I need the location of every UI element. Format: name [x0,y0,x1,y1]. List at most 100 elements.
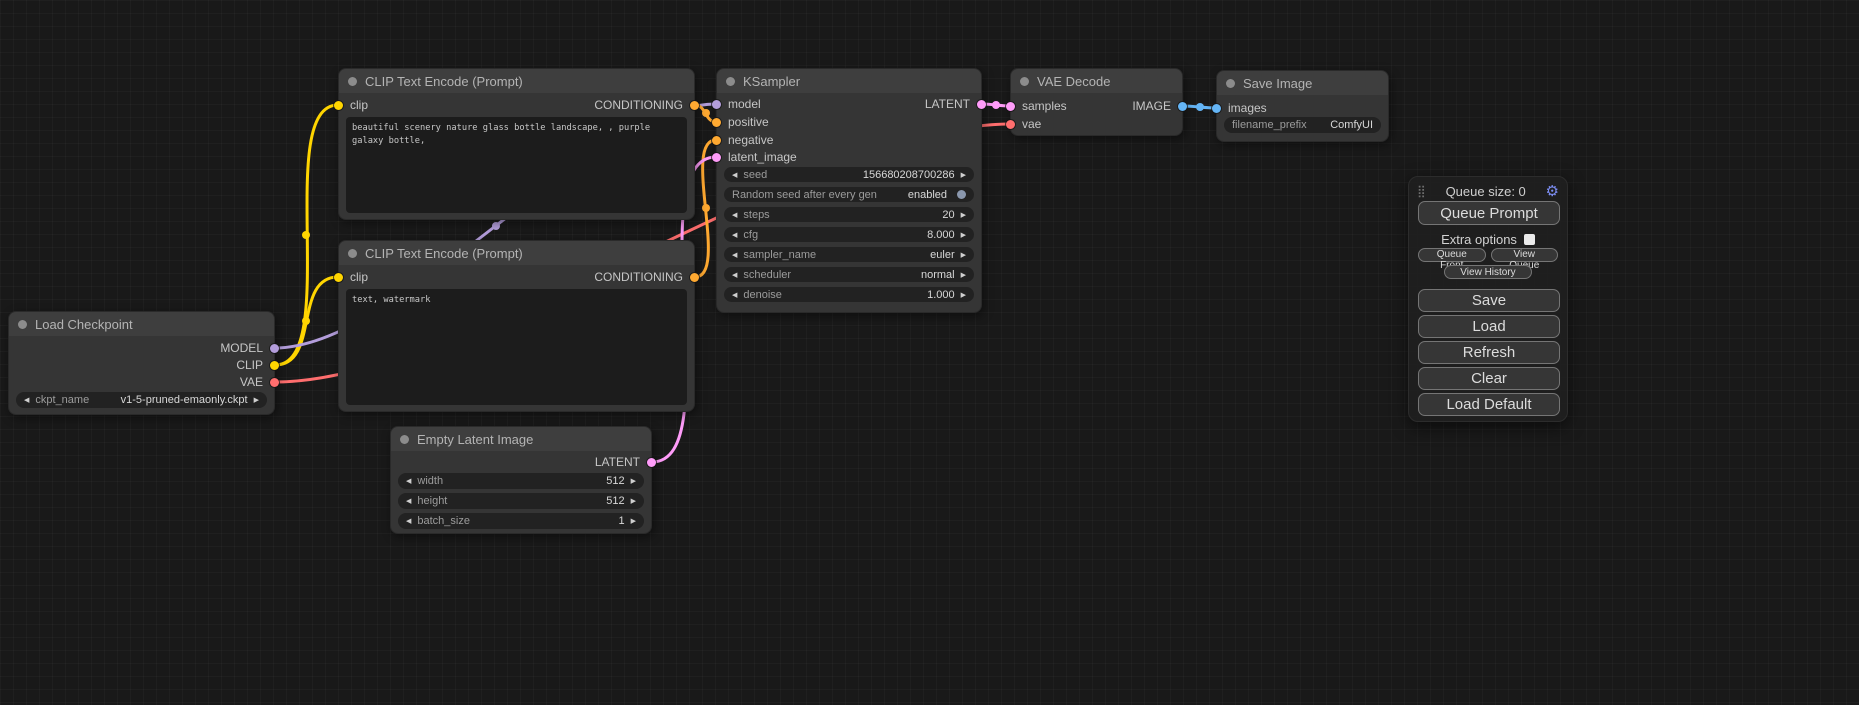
port-vae-input[interactable] [1006,120,1015,129]
wire-dot [492,222,500,230]
node-header[interactable]: KSampler [717,69,981,93]
stepper-left-icon[interactable]: ◀ [732,251,737,259]
output-label-vae: VAE [240,376,263,389]
port-model-input[interactable] [712,100,721,109]
collapse-dot-icon[interactable] [726,77,735,86]
load-button[interactable]: Load [1418,315,1560,338]
stepper-left-icon[interactable]: ◀ [732,211,737,219]
stepper-left-icon[interactable]: ◀ [24,396,29,404]
stepper-right-icon[interactable]: ▶ [961,171,966,179]
node-clip-text-encode-negative[interactable]: CLIP Text Encode (Prompt) clip CONDITION… [338,240,695,412]
view-history-button[interactable]: View History [1444,265,1532,279]
extra-options-checkbox[interactable] [1524,234,1535,245]
queue-front-button[interactable]: Queue Front [1418,248,1486,262]
queue-prompt-button[interactable]: Queue Prompt [1418,201,1560,225]
port-positive-input[interactable] [712,118,721,127]
settings-gear-icon[interactable]: ⚙ [1546,184,1559,199]
widget-filename-prefix[interactable]: filename_prefix ComfyUI [1224,117,1381,133]
node-vae-decode[interactable]: VAE Decode samples vae IMAGE [1010,68,1183,136]
stepper-left-icon[interactable]: ◀ [406,477,411,485]
node-header[interactable]: CLIP Text Encode (Prompt) [339,69,694,93]
clear-button[interactable]: Clear [1418,367,1560,390]
queue-buttons-row: Queue Front View Queue [1418,248,1558,262]
collapse-dot-icon[interactable] [1226,79,1235,88]
widget-scheduler[interactable]: ◀ scheduler normal ▶ [724,267,974,282]
drag-handle-icon[interactable]: ⣿ [1417,184,1426,198]
port-images-input[interactable] [1212,104,1221,113]
widget-value: ComfyUI [1330,119,1373,131]
port-clip-input[interactable] [334,273,343,282]
port-latent-output[interactable] [977,100,986,109]
node-load-checkpoint[interactable]: Load Checkpoint MODEL CLIP VAE ◀ ckpt_na… [8,311,275,415]
node-header[interactable]: VAE Decode [1011,69,1182,93]
port-vae-output[interactable] [270,378,279,387]
port-samples-input[interactable] [1006,102,1015,111]
collapse-dot-icon[interactable] [18,320,27,329]
widget-steps[interactable]: ◀ steps 20 ▶ [724,207,974,222]
widget-label: filename_prefix [1232,119,1307,131]
node-title: VAE Decode [1037,74,1110,89]
output-label-conditioning: CONDITIONING [594,99,683,112]
widget-height[interactable]: ◀ height 512 ▶ [398,493,644,509]
node-header[interactable]: Load Checkpoint [9,312,274,336]
stepper-right-icon[interactable]: ▶ [631,477,636,485]
stepper-right-icon[interactable]: ▶ [961,251,966,259]
port-model-output[interactable] [270,344,279,353]
widget-value: enabled [908,189,947,201]
widget-ckpt-name[interactable]: ◀ ckpt_name v1-5-pruned-emaonly.ckpt ▶ [16,392,267,408]
node-title: Load Checkpoint [35,317,133,332]
stepper-right-icon[interactable]: ▶ [961,271,966,279]
port-conditioning-output[interactable] [690,101,699,110]
collapse-dot-icon[interactable] [1020,77,1029,86]
widget-label: denoise [743,289,782,301]
toggle-indicator-icon[interactable] [957,190,966,199]
widget-batch-size[interactable]: ◀ batch_size 1 ▶ [398,513,644,529]
prompt-textarea[interactable]: text, watermark [346,289,687,405]
port-image-output[interactable] [1178,102,1187,111]
refresh-button[interactable]: Refresh [1418,341,1560,364]
collapse-dot-icon[interactable] [400,435,409,444]
widget-seed[interactable]: ◀ seed 156680208700286 ▶ [724,167,974,182]
node-graph-canvas[interactable]: Load Checkpoint MODEL CLIP VAE ◀ ckpt_na… [0,0,1859,705]
port-negative-input[interactable] [712,136,721,145]
collapse-dot-icon[interactable] [348,77,357,86]
node-header[interactable]: CLIP Text Encode (Prompt) [339,241,694,265]
widget-denoise[interactable]: ◀ denoise 1.000 ▶ [724,287,974,302]
stepper-left-icon[interactable]: ◀ [732,271,737,279]
stepper-left-icon[interactable]: ◀ [406,517,411,525]
load-default-button[interactable]: Load Default [1418,393,1560,416]
node-save-image[interactable]: Save Image images filename_prefix ComfyU… [1216,70,1389,142]
stepper-right-icon[interactable]: ▶ [254,396,259,404]
node-header[interactable]: Save Image [1217,71,1388,95]
port-conditioning-output[interactable] [690,273,699,282]
port-clip-input[interactable] [334,101,343,110]
port-clip-output[interactable] [270,361,279,370]
collapse-dot-icon[interactable] [348,249,357,258]
node-ksampler[interactable]: KSampler model positive negative latent_… [716,68,982,313]
stepper-left-icon[interactable]: ◀ [732,291,737,299]
widget-sampler-name[interactable]: ◀ sampler_name euler ▶ [724,247,974,262]
stepper-right-icon[interactable]: ▶ [631,517,636,525]
input-label-clip: clip [350,271,368,284]
widget-width[interactable]: ◀ width 512 ▶ [398,473,644,489]
stepper-left-icon[interactable]: ◀ [732,231,737,239]
input-label-vae: vae [1022,118,1041,131]
stepper-left-icon[interactable]: ◀ [732,171,737,179]
input-label-model: model [728,98,761,111]
node-header[interactable]: Empty Latent Image [391,427,651,451]
save-button[interactable]: Save [1418,289,1560,312]
stepper-right-icon[interactable]: ▶ [631,497,636,505]
input-label-negative: negative [728,134,773,147]
port-latent-output[interactable] [647,458,656,467]
node-empty-latent-image[interactable]: Empty Latent Image LATENT ◀ width 512 ▶ … [390,426,652,534]
stepper-left-icon[interactable]: ◀ [406,497,411,505]
node-clip-text-encode-positive[interactable]: CLIP Text Encode (Prompt) clip CONDITION… [338,68,695,220]
widget-random-seed-toggle[interactable]: Random seed after every gen enabled [724,187,974,202]
widget-cfg[interactable]: ◀ cfg 8.000 ▶ [724,227,974,242]
stepper-right-icon[interactable]: ▶ [961,211,966,219]
view-queue-button[interactable]: View Queue [1491,248,1559,262]
prompt-textarea[interactable]: beautiful scenery nature glass bottle la… [346,117,687,213]
port-latent-image-input[interactable] [712,153,721,162]
stepper-right-icon[interactable]: ▶ [961,291,966,299]
stepper-right-icon[interactable]: ▶ [961,231,966,239]
